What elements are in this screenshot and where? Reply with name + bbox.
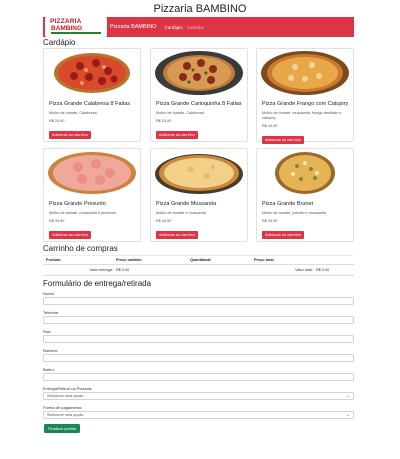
delivery-option-select[interactable]: Selecione uma opção ⌄	[43, 392, 354, 400]
form-heading: Formulário de entrega/retirada	[43, 279, 152, 288]
menu-card: Pizza Grande Presunto Molho de tomate, m…	[43, 148, 141, 242]
item-description: Molho de tomate, palmito e mussarela	[262, 211, 327, 215]
item-price: R$ 44,90	[262, 124, 278, 128]
cart-table: Produto Preço unitário Quantidade Preço …	[43, 255, 354, 276]
label-delivery-option: Entrega/Retirar na Pizzaria:	[43, 386, 93, 391]
payment-method-select[interactable]: Selecione uma opção ⌄	[43, 411, 354, 419]
item-name: Pizza Grande Brunet	[262, 201, 314, 207]
add-to-cart-button[interactable]: Adicionar ao carrinho	[49, 131, 91, 139]
item-description: Molho de tomate, mussarela, frango desfi…	[262, 111, 342, 120]
submit-order-button[interactable]: Finalizar pedido	[44, 424, 81, 433]
item-description: Molho de tomate, Calabresa.	[156, 111, 205, 115]
label-numero: Número:	[43, 348, 59, 353]
col-preco-total: Preço total	[254, 258, 274, 262]
add-to-cart-button[interactable]: Adicionar ao carrinho	[262, 136, 304, 144]
item-description: Molho de tomate e mussarela	[156, 211, 207, 215]
pizza-image	[44, 149, 140, 197]
item-price: R$ 44,90	[262, 219, 278, 223]
navbar-brand[interactable]: Pizzaria BAMBINO	[110, 24, 156, 30]
item-description: Molho de tomate, Calabresa.	[49, 111, 98, 115]
navbar: PIZZARIA BAMBINO Pizzaria BAMBINO Cardáp…	[43, 17, 354, 37]
item-name: Pizza Grande Presunto	[49, 201, 106, 207]
add-to-cart-button[interactable]: Adicionar ao carrinho	[156, 131, 198, 139]
col-produto: Produto	[46, 258, 61, 262]
add-to-cart-button[interactable]: Adicionar ao carrinho	[156, 231, 198, 239]
number-field[interactable]	[43, 354, 354, 362]
nav-link-cardapio[interactable]: Cardápio	[164, 25, 182, 30]
add-to-cart-button[interactable]: Adicionar ao carrinho	[262, 231, 304, 239]
delivery-select-placeholder: Selecione uma opção	[47, 394, 84, 398]
chevron-down-icon: ⌄	[346, 393, 350, 398]
item-price: R$ 34,90	[156, 219, 172, 223]
label-rua: Rua:	[43, 329, 52, 334]
col-quantidade: Quantidade	[190, 258, 211, 262]
item-name: Pizza Grande Calabresa 8 Fatias	[49, 101, 131, 107]
chevron-down-icon: ⌄	[346, 412, 350, 417]
item-description: Molho de tomate, mussarela e presunto.	[49, 211, 117, 215]
logo-line1: PIZZARIA	[50, 18, 82, 25]
total-value: R$ 0,00	[316, 268, 330, 272]
logo[interactable]: PIZZARIA BAMBINO	[45, 17, 107, 37]
item-name: Pizza Grande Frango com Catupiry	[262, 101, 349, 107]
menu-card: Pizza Grande Calabresa 8 Fatias Molho de…	[43, 48, 141, 142]
pizza-image	[151, 149, 247, 197]
item-price: R$ 24,90	[156, 119, 172, 123]
cart-table-header: Produto Preço unitário Quantidade Preço …	[43, 255, 354, 265]
menu-card: Pizza Grande Mussarela Molho de tomate e…	[150, 148, 248, 242]
item-price: R$ 34,90	[49, 219, 65, 223]
label-nome: Nome:	[43, 291, 55, 296]
cart-summary-row: Valor entrega: R$ 0,00 Valor total: R$ 0…	[43, 265, 354, 276]
street-field[interactable]	[43, 335, 354, 343]
item-name: Pizza Grande Mussarela	[156, 201, 217, 207]
logo-stripe	[51, 32, 101, 34]
menu-card: Pizza Grande Carioquinha 8 Fatias Molho …	[150, 48, 248, 142]
pizza-image	[44, 49, 140, 97]
total-label: Valor total:	[295, 268, 313, 272]
col-preco-unitario: Preço unitário	[116, 258, 142, 262]
menu-card: Pizza Grande Frango com Catupiry Molho d…	[256, 48, 354, 144]
label-telefone: Telefone:	[43, 310, 60, 315]
pizza-image	[257, 49, 353, 97]
menu-card: Pizza Grande Brunet Molho de tomate, pal…	[256, 148, 354, 242]
phone-field[interactable]	[43, 316, 354, 324]
item-price: R$ 24,90	[49, 119, 65, 123]
pizza-image	[257, 149, 353, 197]
menu-heading: Cardápio	[43, 38, 76, 47]
logo-line2: BAMBINO	[51, 25, 83, 32]
neighborhood-field[interactable]	[43, 373, 354, 381]
label-bairro: Bairro:	[43, 367, 55, 372]
add-to-cart-button[interactable]: Adicionar ao carrinho	[49, 231, 91, 239]
payment-select-placeholder: Selecione uma opção	[47, 413, 84, 417]
item-name: Pizza Grande Carioquinha 8 Fatias	[156, 101, 242, 107]
delivery-fee-label: Valor entrega:	[89, 268, 113, 272]
page-title: Pizzaria BAMBINO	[153, 3, 247, 15]
name-field[interactable]	[43, 297, 354, 305]
pizza-image	[151, 49, 247, 97]
nav-link-carrinho[interactable]: Carrinho	[187, 25, 204, 30]
delivery-fee-value: R$ 0,00	[116, 268, 130, 272]
cart-heading: Carrinho de compras	[43, 244, 118, 253]
label-payment: Forma de pagamento:	[43, 405, 83, 410]
